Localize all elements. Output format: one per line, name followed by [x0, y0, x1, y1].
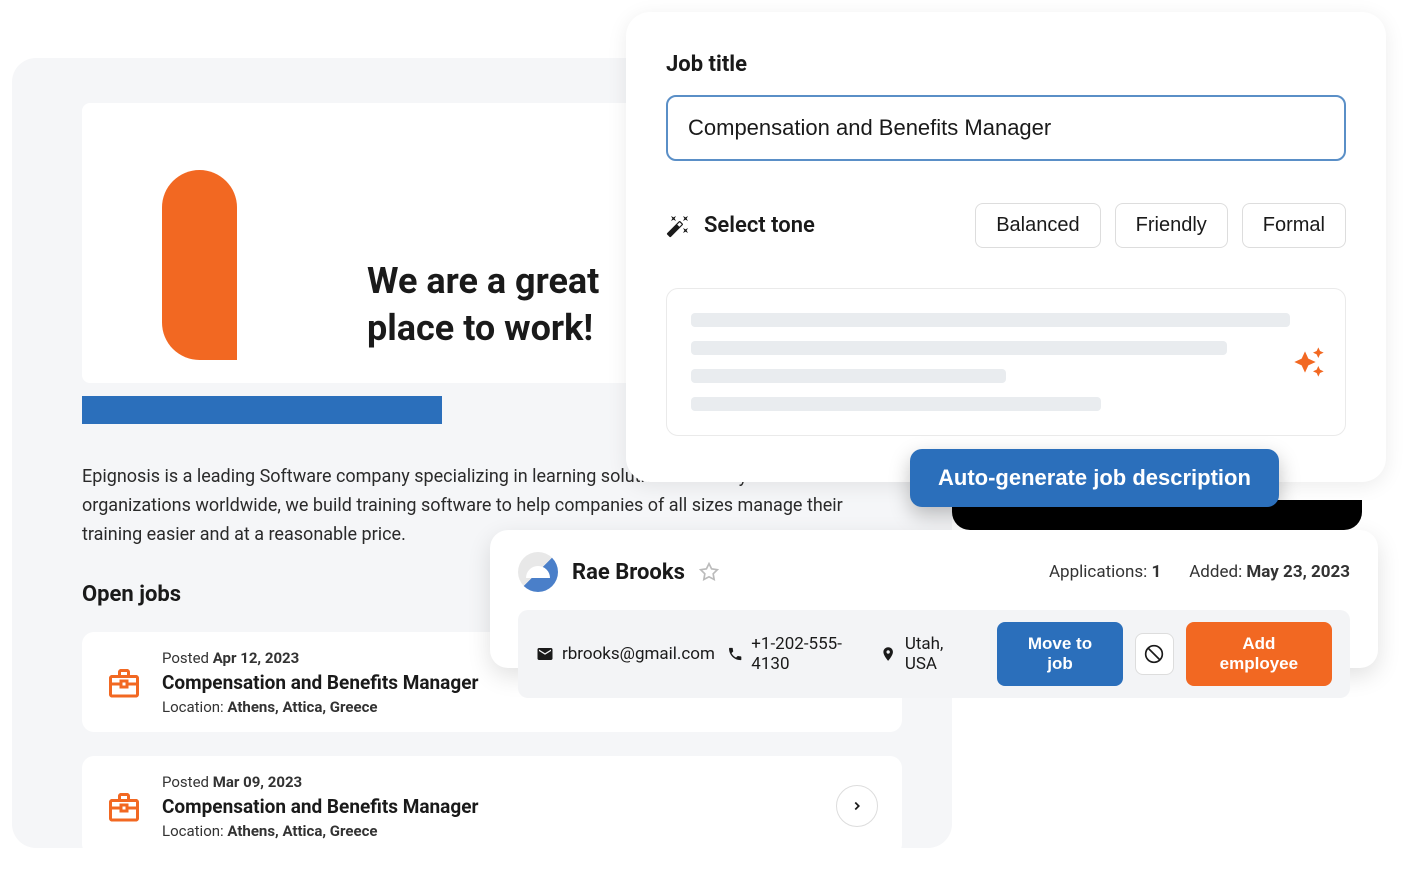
- tone-row: Select tone Balanced Friendly Formal: [666, 203, 1346, 248]
- job-card[interactable]: Posted Mar 09, 2023 Compensation and Ben…: [82, 756, 902, 856]
- add-employee-button[interactable]: Add employee: [1186, 622, 1332, 686]
- added-date: Added: May 23, 2023: [1189, 562, 1350, 582]
- placeholder-line: [691, 341, 1227, 355]
- star-icon[interactable]: [699, 562, 719, 582]
- job-posted: Posted Mar 09, 2023: [162, 773, 816, 791]
- chevron-right-icon: [850, 799, 864, 813]
- tone-balanced-button[interactable]: Balanced: [975, 203, 1100, 248]
- tone-friendly-button[interactable]: Friendly: [1115, 203, 1228, 248]
- job-location: Location: Athens, Attica, Greece: [162, 822, 816, 840]
- placeholder-line: [691, 313, 1290, 327]
- candidate-location: Utah, USA: [880, 634, 972, 674]
- email-icon: [536, 645, 554, 663]
- block-button[interactable]: [1135, 633, 1174, 675]
- candidate-card: Rae Brooks Applications: 1 Added: May 23…: [490, 530, 1378, 668]
- placeholder-line: [691, 397, 1101, 411]
- phone-icon: [727, 645, 743, 663]
- auto-generate-button[interactable]: Auto-generate job description: [910, 449, 1279, 507]
- hero-line1: We are a great: [367, 260, 599, 302]
- move-to-job-button[interactable]: Move to job: [997, 622, 1123, 686]
- candidate-phone: +1-202-555-4130: [727, 634, 869, 674]
- job-open-button[interactable]: [836, 785, 878, 827]
- hero-line2: place to work!: [367, 307, 593, 349]
- ai-job-panel: Job title Select tone Balanced Friendly …: [626, 12, 1386, 482]
- magic-wand-icon: [666, 214, 690, 238]
- candidate-email: rbrooks@gmail.com: [536, 644, 715, 664]
- applications-count: Applications: 1: [1049, 562, 1161, 582]
- job-title-input[interactable]: [666, 95, 1346, 161]
- job-title: Compensation and Benefits Manager: [162, 795, 816, 818]
- briefcase-icon: [106, 790, 142, 822]
- candidate-header: Rae Brooks Applications: 1 Added: May 23…: [518, 552, 1350, 592]
- open-jobs-heading: Open jobs: [82, 582, 181, 607]
- location-pin-icon: [880, 645, 896, 663]
- tone-formal-button[interactable]: Formal: [1242, 203, 1346, 248]
- avatar: [518, 552, 558, 592]
- candidate-details-bar: rbrooks@gmail.com +1-202-555-4130 Utah, …: [518, 610, 1350, 698]
- sparkle-icon: [1293, 346, 1325, 378]
- job-location: Location: Athens, Attica, Greece: [162, 698, 878, 716]
- placeholder-line: [691, 369, 1006, 383]
- description-placeholder-box: [666, 288, 1346, 436]
- briefcase-icon: [106, 666, 142, 698]
- hero-headline: We are a great place to work!: [367, 258, 599, 352]
- accent-bar: [82, 396, 442, 424]
- candidate-meta: Applications: 1 Added: May 23, 2023: [1049, 562, 1350, 582]
- company-logo: [162, 170, 237, 360]
- job-info: Posted Mar 09, 2023 Compensation and Ben…: [162, 773, 816, 840]
- job-title-label: Job title: [666, 52, 1346, 77]
- candidate-name: Rae Brooks: [572, 560, 685, 585]
- tone-label: Select tone: [704, 213, 961, 238]
- block-icon: [1144, 644, 1164, 664]
